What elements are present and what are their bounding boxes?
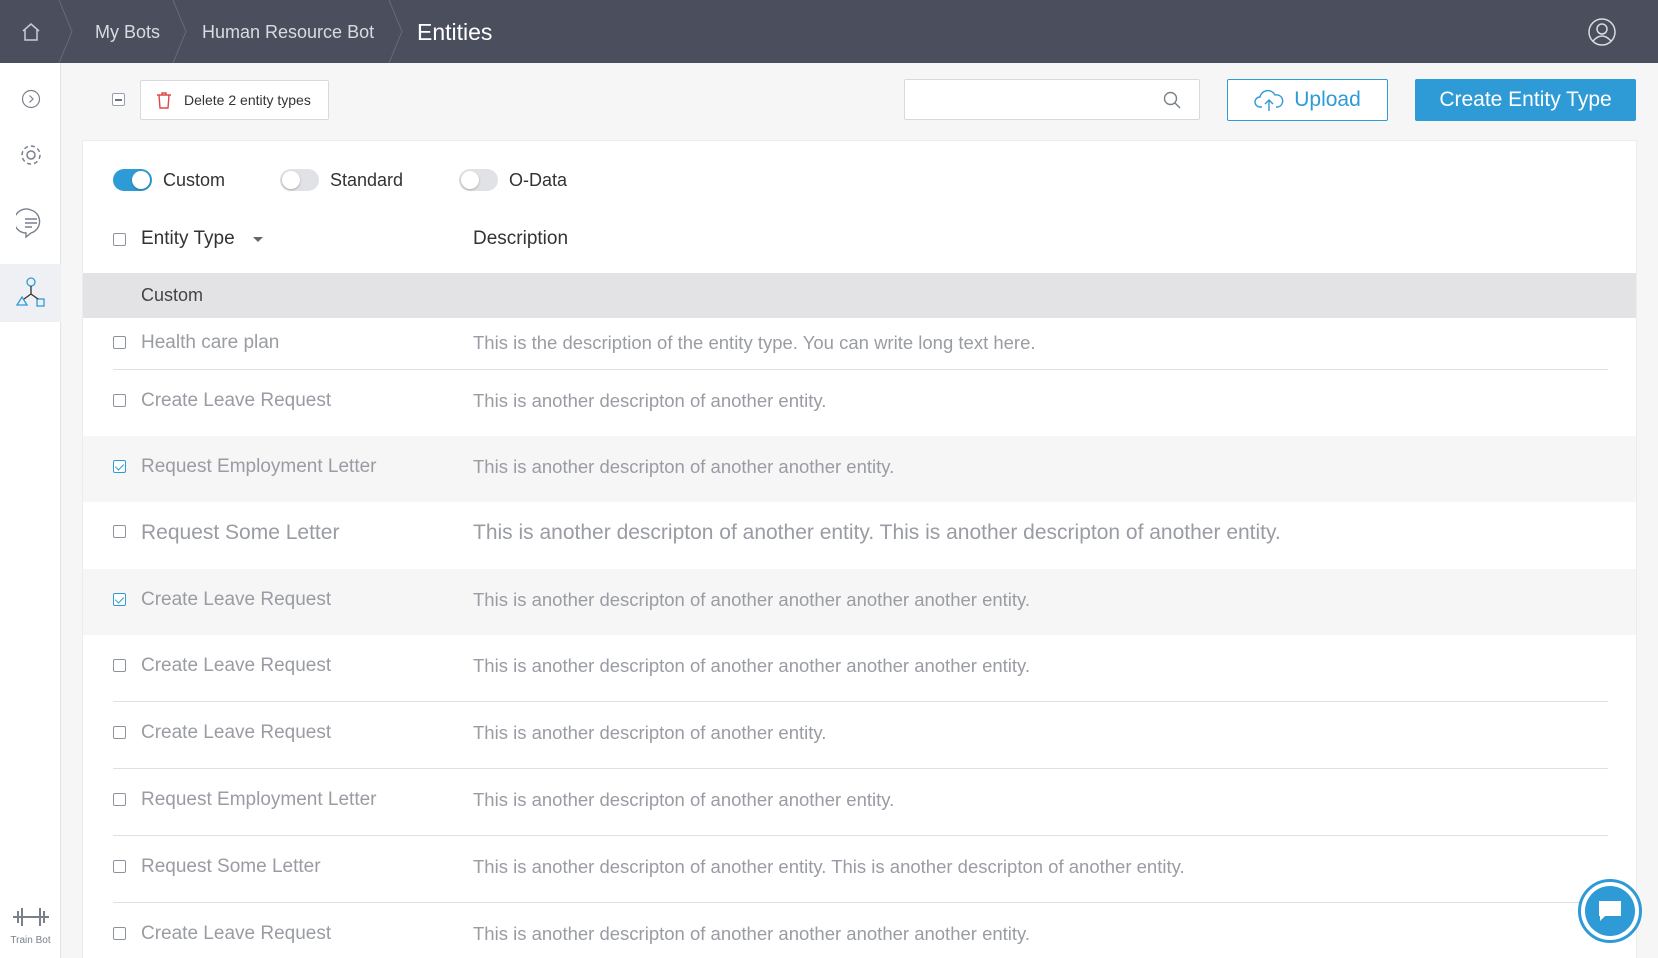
chat-icon: [1599, 901, 1621, 921]
row-checkbox[interactable]: [113, 927, 126, 940]
chat-bubble-icon: [15, 208, 40, 239]
entity-type-description: This is another descripton of another en…: [473, 390, 827, 411]
column-header-entity-type[interactable]: Entity Type: [141, 228, 263, 250]
table-row[interactable]: Request Employment Letter This is another…: [83, 769, 1636, 836]
entity-type-name[interactable]: Create Leave Request: [141, 655, 331, 677]
table-header: Entity Type Description: [83, 219, 1636, 257]
filter-standard: Standard: [280, 169, 403, 191]
table-row[interactable]: Create Leave Request This is another desc…: [83, 635, 1636, 702]
breadcrumb-human-resource-bot[interactable]: Human Resource Bot: [202, 0, 374, 63]
row-checkbox[interactable]: [113, 336, 126, 349]
standard-toggle[interactable]: [280, 169, 319, 191]
user-profile-button[interactable]: [1587, 17, 1617, 47]
entity-type-name[interactable]: Create Leave Request: [141, 390, 331, 412]
entity-type-description: This is another descripton of another en…: [473, 521, 1281, 544]
chat-widget-inner: [1585, 886, 1635, 936]
row-checkbox[interactable]: [113, 394, 126, 407]
group-header-custom: Custom: [83, 273, 1636, 318]
row-checkbox[interactable]: [113, 525, 126, 538]
entity-type-description: This is another descripton of another an…: [473, 456, 895, 477]
top-bar: My Bots Human Resource Bot Entities: [0, 0, 1658, 63]
table-row[interactable]: Request Some Letter This is another descr…: [83, 502, 1636, 569]
gear-icon: [20, 145, 41, 165]
breadcrumb-my-bots[interactable]: My Bots: [95, 0, 160, 63]
sidebar-item-conversations[interactable]: [0, 194, 61, 252]
search-input[interactable]: [905, 80, 1145, 119]
entity-type-description: This is another descripton of another en…: [473, 722, 827, 743]
entity-type-description: This is another descripton of another an…: [473, 923, 1031, 944]
breadcrumb-separator: [388, 0, 403, 63]
toggle-knob: [282, 171, 300, 189]
column-header-entity-label: Entity Type: [141, 228, 235, 249]
page-title: Entities: [417, 19, 493, 45]
row-checkbox[interactable]: [113, 793, 126, 806]
entity-type-name[interactable]: Create Leave Request: [141, 923, 331, 945]
upload-button[interactable]: Upload: [1227, 79, 1388, 121]
entity-type-name[interactable]: Request Some Letter: [141, 856, 321, 878]
column-header-description: Description: [473, 228, 569, 249]
table-row[interactable]: Create Leave Request This is another desc…: [83, 702, 1636, 769]
delete-button-label: Delete 2 entity types: [184, 92, 311, 108]
breadcrumb-separator: [172, 0, 187, 63]
entity-type-name[interactable]: Request Employment Letter: [141, 789, 377, 811]
sidebar-item-settings[interactable]: [0, 126, 61, 184]
sidebar: Train Bot: [0, 63, 61, 958]
train-bot-label: Train Bot: [10, 935, 51, 946]
table-row[interactable]: Health care plan This is the description …: [83, 319, 1636, 370]
user-icon: [1588, 18, 1616, 46]
custom-toggle[interactable]: [113, 169, 152, 191]
create-entity-type-button[interactable]: Create Entity Type: [1415, 79, 1636, 121]
entity-type-name[interactable]: Create Leave Request: [141, 589, 331, 611]
entity-type-description: This is another descripton of another an…: [473, 589, 1031, 610]
entities-icon: [15, 277, 45, 307]
sidebar-expand-button[interactable]: [0, 70, 61, 128]
entity-type-description: This is another descripton of another an…: [473, 789, 895, 810]
entity-type-name[interactable]: Create Leave Request: [141, 722, 331, 744]
table-row[interactable]: Request Employment Letter This is another…: [83, 436, 1636, 502]
table-row[interactable]: Request Some Letter This is another descr…: [83, 836, 1636, 903]
odata-toggle-label: O-Data: [509, 169, 568, 190]
toggle-knob: [461, 171, 479, 189]
entity-type-name[interactable]: Request Some Letter: [141, 521, 339, 545]
chat-widget-button[interactable]: [1578, 879, 1642, 943]
filter-custom: Custom: [113, 169, 225, 191]
select-all-checkbox[interactable]: [113, 233, 126, 246]
cloud-upload-icon: [1254, 89, 1284, 111]
table-row[interactable]: Create Leave Request This is another desc…: [83, 903, 1636, 958]
odata-toggle[interactable]: [459, 169, 498, 191]
entity-type-description: This is another descripton of another an…: [473, 655, 1031, 676]
toggle-knob: [132, 171, 150, 189]
entity-type-description: This is another descripton of another en…: [473, 856, 1185, 877]
row-checkbox[interactable]: [113, 659, 126, 672]
trash-icon: [157, 92, 171, 109]
entity-type-name[interactable]: Request Employment Letter: [141, 456, 377, 478]
dumbbell-icon: [12, 908, 49, 926]
standard-toggle-label: Standard: [330, 169, 404, 190]
table-row[interactable]: Create Leave Request This is another desc…: [83, 569, 1636, 635]
search-icon[interactable]: [1163, 91, 1181, 109]
sort-caret-icon: [252, 236, 263, 242]
entity-type-name[interactable]: Health care plan: [141, 332, 279, 354]
bulk-select-checkbox[interactable]: [112, 93, 125, 106]
row-checkbox[interactable]: [113, 726, 126, 739]
search-box: [904, 79, 1200, 120]
home-icon: [22, 22, 40, 41]
row-checkbox[interactable]: [113, 860, 126, 873]
upload-button-label: Upload: [1294, 88, 1361, 111]
row-checkbox[interactable]: [113, 460, 126, 473]
chevron-right-circle-icon: [21, 89, 40, 109]
train-bot-button[interactable]: Train Bot: [0, 906, 61, 946]
delete-entity-types-button[interactable]: Delete 2 entity types: [140, 80, 329, 120]
table-row[interactable]: Create Leave Request This is another desc…: [83, 370, 1636, 436]
entity-list-card: Custom Standard O-Data Entity Type Descr…: [82, 140, 1637, 958]
home-button[interactable]: [0, 0, 62, 63]
breadcrumb-separator: [58, 0, 73, 63]
filter-odata: O-Data: [459, 169, 567, 191]
entity-type-description: This is the description of the entity ty…: [473, 332, 1036, 353]
group-label: Custom: [141, 285, 204, 305]
custom-toggle-label: Custom: [163, 169, 226, 190]
sidebar-item-entities[interactable]: [0, 264, 61, 322]
row-checkbox[interactable]: [113, 593, 126, 606]
